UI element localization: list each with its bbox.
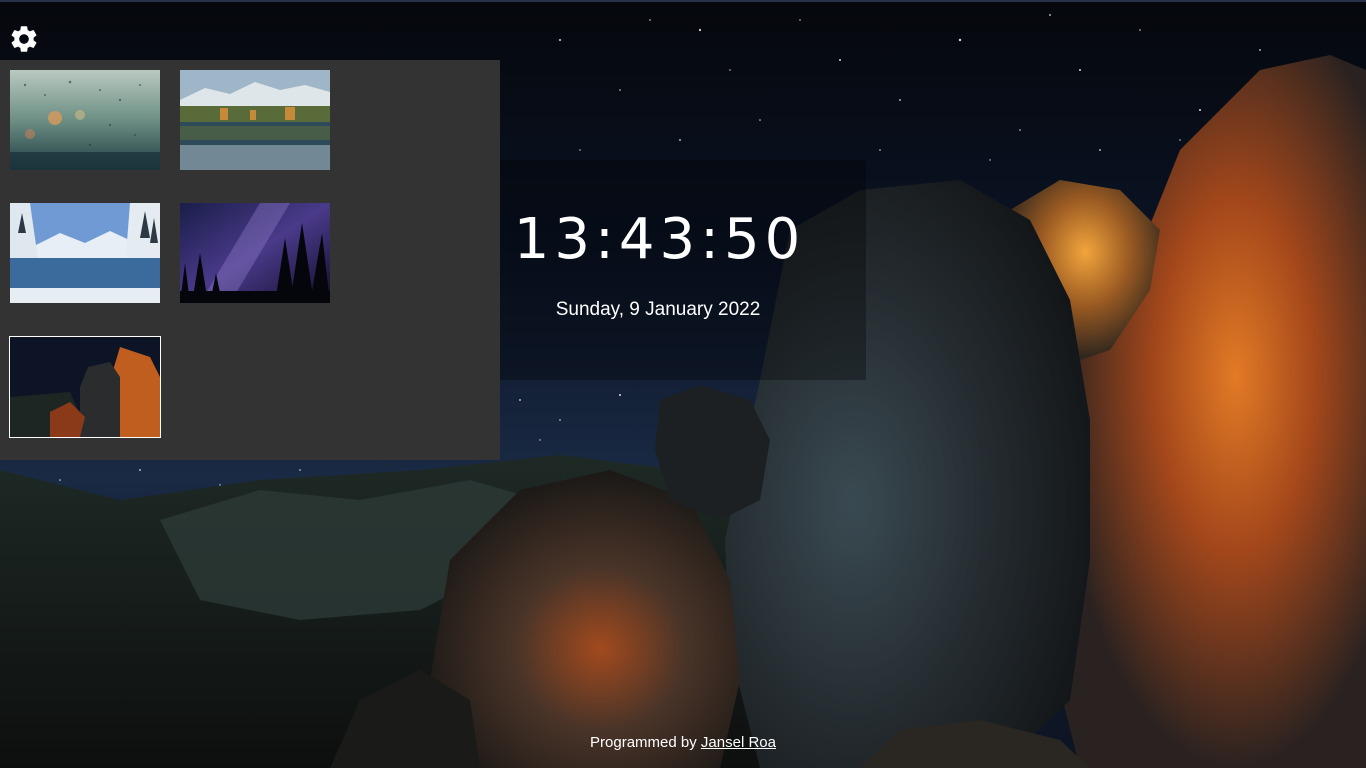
wallpaper-thumb-rainy-window[interactable] [10,70,160,170]
clock-time: 13:43:50 [513,207,806,272]
author-link[interactable]: Jansel Roa [701,734,776,751]
wallpaper-thumb-mountain-lake[interactable] [180,70,330,170]
footer-credit: Programmed by Jansel Roa [0,733,1366,753]
wallpaper-thumb-milky-way[interactable] [180,203,330,303]
gear-icon [11,26,37,52]
top-border-line [0,0,1366,2]
settings-button[interactable] [8,23,40,55]
wallpaper-panel [0,60,500,460]
footer-prefix: Programmed by [590,734,697,751]
clock-time-container: 13:43:50 [500,205,866,275]
clock-date: Sunday, 9 January 2022 [555,299,761,320]
wallpaper-thumb-snowy-river[interactable] [10,203,160,303]
wallpaper-thumb-night-rocks[interactable] [9,336,161,438]
clock-date-container: Sunday, 9 January 2022 [500,297,866,323]
